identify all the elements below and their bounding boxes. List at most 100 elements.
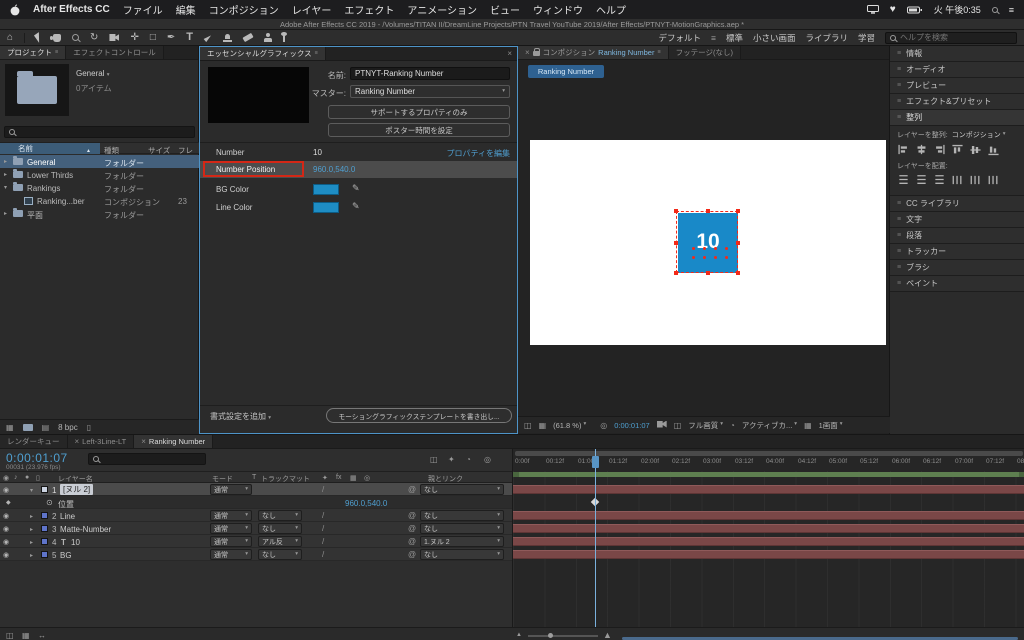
eyedropper-icon[interactable]: ✎ xyxy=(352,201,360,212)
bg-color-swatch[interactable] xyxy=(313,184,339,195)
menu-animation[interactable]: アニメーション xyxy=(407,2,477,17)
panel-paragraph[interactable]: ≡ 段落 xyxy=(890,228,1024,244)
template-name-input[interactable]: PTNYT-Ranking Number xyxy=(350,67,510,80)
show-channel-icon[interactable]: ▦ xyxy=(539,421,547,430)
region-of-interest-icon[interactable]: ◫ xyxy=(674,421,682,430)
layer-duration-bar[interactable] xyxy=(513,485,1024,494)
layer-name[interactable]: Line xyxy=(60,512,75,521)
property-row-number[interactable]: Number 10 プロパティを編集 xyxy=(200,145,517,160)
item-name[interactable]: Lower Thirds xyxy=(27,171,73,180)
edit-properties-link[interactable]: プロパティを編集 xyxy=(400,148,510,159)
expand-layer-switches-icon[interactable]: ◫ xyxy=(6,631,14,640)
workspace-standard[interactable]: 標準 xyxy=(726,32,743,44)
menu-effect[interactable]: エフェクト xyxy=(344,2,394,17)
layer-label-color[interactable] xyxy=(41,486,48,493)
layer-name[interactable]: Matte-Number xyxy=(60,525,111,534)
layer-label-color[interactable] xyxy=(41,525,48,532)
parent-pickwhip-icon[interactable]: @ xyxy=(408,485,416,494)
view-layout-icon[interactable]: ▦ xyxy=(804,421,812,430)
path-point[interactable] xyxy=(725,247,728,250)
align-vertical-center-icon[interactable] xyxy=(969,144,982,156)
property-value[interactable]: 960.0,540.0 xyxy=(345,499,387,508)
hand-tool-icon[interactable] xyxy=(50,33,62,42)
heart-icon[interactable]: ♥ xyxy=(890,4,896,15)
export-template-button[interactable]: モーショングラフィックステンプレートを書き出し... xyxy=(326,408,512,423)
close-icon[interactable]: × xyxy=(507,49,512,58)
camera-icon[interactable] xyxy=(656,420,667,430)
brush-tool-icon[interactable] xyxy=(203,33,213,42)
stopwatch-icon[interactable]: ⊙ xyxy=(46,498,53,507)
line-color-swatch[interactable] xyxy=(313,202,339,213)
rotate-tool-icon[interactable]: ↻ xyxy=(90,32,98,43)
project-search-input[interactable] xyxy=(19,127,190,137)
master-comp-dropdown[interactable]: Ranking Number ▾ xyxy=(350,85,510,98)
tab-project[interactable]: プロジェクト ≡ xyxy=(0,46,67,59)
parent-pickwhip-icon[interactable]: @ xyxy=(408,550,416,559)
align-left-icon[interactable] xyxy=(897,144,910,156)
selection-handle[interactable] xyxy=(736,241,740,245)
pen-tool-icon[interactable]: ✒ xyxy=(167,32,175,43)
distribute-vertical-center-icon[interactable] xyxy=(915,174,928,186)
column-name[interactable]: 名前 ▲ xyxy=(0,143,100,154)
panel-align[interactable]: ≡ 整列 xyxy=(890,110,1024,126)
menu-view[interactable]: ビュー xyxy=(490,2,520,17)
property-value[interactable]: 960.0,540.0 xyxy=(313,165,355,174)
parent-dropdown[interactable]: なし ▾ xyxy=(420,523,504,534)
track-matte-dropdown[interactable]: なし ▾ xyxy=(258,523,302,534)
twirl-icon[interactable]: ▸ xyxy=(4,171,7,178)
parent-dropdown[interactable]: 1.ヌル 2 ▾ xyxy=(420,536,504,547)
magnification-dropdown[interactable]: (61.8 %) ▾ xyxy=(553,421,586,430)
path-point[interactable] xyxy=(714,247,717,250)
timeline-timecode[interactable]: 0:00:01:07 xyxy=(6,451,68,465)
property-row-line-color[interactable]: Line Color ✎ xyxy=(200,199,517,215)
path-point[interactable] xyxy=(725,256,728,259)
close-icon[interactable]: × xyxy=(75,437,80,446)
battery-icon[interactable] xyxy=(906,6,923,14)
menu-layer[interactable]: レイヤー xyxy=(292,2,332,17)
mask-visibility-icon[interactable]: ◎ xyxy=(600,421,607,430)
property-row-number-position[interactable]: Number Position 960.0,540.0 xyxy=(200,161,517,178)
new-composition-icon[interactable]: ▤ xyxy=(42,423,50,432)
item-name[interactable]: Rankings xyxy=(27,184,60,193)
keyframe-nav-icon[interactable]: ◆ xyxy=(6,499,11,506)
quality-toggle[interactable]: / xyxy=(322,550,324,559)
workspace-label[interactable]: デフォルト xyxy=(658,32,701,44)
blend-mode-dropdown[interactable]: 通常 ▾ xyxy=(210,536,252,547)
eraser-tool-icon[interactable] xyxy=(242,32,254,43)
position-property-row[interactable]: ◆ ⊙ 位置 960.0,540.0 xyxy=(0,496,512,509)
timeline-zoom-slider[interactable] xyxy=(528,633,598,638)
new-folder-icon[interactable] xyxy=(22,423,33,431)
help-search[interactable] xyxy=(885,31,1017,44)
selection-tool-icon[interactable] xyxy=(34,32,45,43)
twirl-icon[interactable]: ▸ xyxy=(30,513,33,520)
layer-row-3[interactable]: ◉ ▸ 3 Matte-Number 通常 ▾ なし ▾ / @ なし ▾ xyxy=(0,522,512,535)
panel-cc-libraries[interactable]: ≡ CC ライブラリ xyxy=(890,196,1024,212)
tab-comp-ranking-number[interactable]: × Ranking Number xyxy=(134,435,214,448)
blend-mode-dropdown[interactable]: 通常 ▾ xyxy=(210,549,252,560)
align-bottom-icon[interactable] xyxy=(987,144,1000,156)
twirl-icon[interactable]: ▸ xyxy=(4,158,7,165)
align-right-icon[interactable] xyxy=(933,144,946,156)
panel-menu-icon[interactable]: ≡ xyxy=(657,49,660,56)
track-matte-dropdown[interactable]: なし ▾ xyxy=(258,510,302,521)
align-top-icon[interactable] xyxy=(951,144,964,156)
path-point[interactable] xyxy=(703,247,706,250)
puppet-pin-tool-icon[interactable] xyxy=(281,31,287,42)
comp-breadcrumb[interactable]: Ranking Number xyxy=(528,65,604,78)
layer-duration-bar[interactable] xyxy=(513,511,1024,520)
path-point[interactable] xyxy=(714,256,717,259)
blend-mode-dropdown[interactable]: 通常 ▾ xyxy=(210,510,252,521)
eyedropper-icon[interactable]: ✎ xyxy=(352,183,360,194)
clone-stamp-tool-icon[interactable] xyxy=(223,33,232,42)
visibility-toggle[interactable]: ◉ xyxy=(3,512,9,520)
menu-app-name[interactable]: After Effects CC xyxy=(33,4,110,15)
tab-effect-controls[interactable]: エフェクトコントロール xyxy=(66,46,164,59)
panel-audio[interactable]: ≡ オーディオ xyxy=(890,62,1024,78)
property-row-bg-color[interactable]: BG Color ✎ xyxy=(200,181,517,197)
layer-label-color[interactable] xyxy=(41,512,48,519)
path-point[interactable] xyxy=(692,256,695,259)
layer-label-color[interactable] xyxy=(41,551,48,558)
twirl-icon[interactable]: ▸ xyxy=(30,526,33,533)
tab-composition[interactable]: × コンポジション Ranking Number ≡ xyxy=(518,46,669,59)
menu-help[interactable]: ヘルプ xyxy=(596,2,626,17)
